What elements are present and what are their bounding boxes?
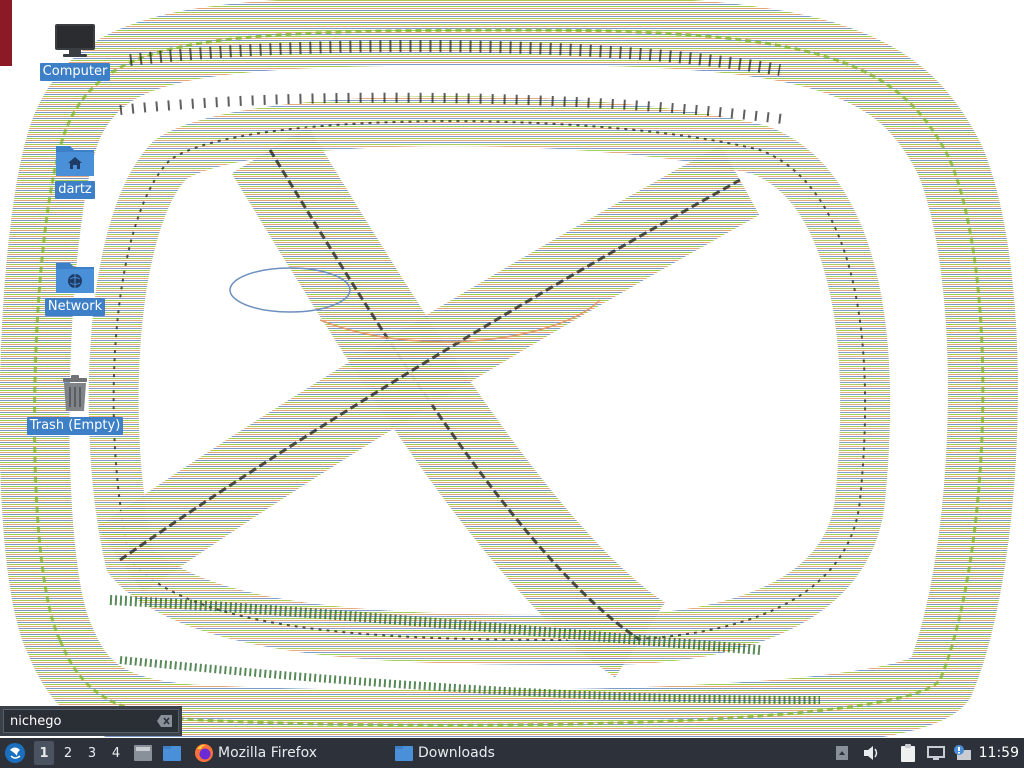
workspace-3[interactable]: 3 [82,741,102,765]
workspace-1[interactable]: 1 [34,741,54,765]
show-desktop-button[interactable] [133,738,155,768]
folder-icon [163,746,181,761]
workspace-2[interactable]: 2 [58,741,78,765]
home-folder-icon [56,146,94,176]
volume-icon [864,746,878,760]
trash-icon [63,375,87,411]
update-notifier-icon [954,745,971,760]
desktop-icon-home[interactable]: dartz [38,140,112,199]
run-command-input[interactable] [4,710,154,732]
task-firefox[interactable]: Mozilla Firefox [194,740,384,766]
lubuntu-menu-icon [5,743,25,763]
computer-icon [55,24,95,57]
task-label: Mozilla Firefox [218,745,318,761]
window-edge [0,0,12,66]
taskbar: 1 2 3 4 Mozilla Firefox Downloads 11:59 [0,738,1024,768]
clock[interactable]: 11:59 [979,738,1019,768]
workspace-4[interactable]: 4 [106,741,126,765]
show-desktop-icon [134,745,152,761]
start-menu-button[interactable] [4,738,28,768]
task-downloads[interactable]: Downloads [394,740,584,766]
wallpaper-image [0,0,1018,738]
desktop-icon-network[interactable]: Network [38,257,112,316]
desktop-icon-label: Trash (Empty) [26,417,124,435]
desktop-icon-label: Network [44,298,106,316]
network-icon [927,746,945,760]
tray-arrow-icon [836,746,848,760]
network-folder-icon [56,263,94,293]
volume-button[interactable] [862,738,882,768]
clipboard-icon [901,744,915,762]
firefox-icon [195,744,213,762]
update-notifier-button[interactable] [952,738,974,768]
desktop-icon-label: dartz [55,181,95,199]
desktop-icon-label: Computer [39,63,111,81]
run-dialog [0,706,182,736]
task-label: Downloads [418,745,495,761]
desktop-icon-computer[interactable]: Computer [38,22,112,81]
desktop[interactable]: Computer dartz Network Trash (Empty) [0,0,1024,738]
tray-arrow-button[interactable] [835,738,851,768]
file-manager-launcher[interactable] [162,738,184,768]
desktop-icon-trash[interactable]: Trash (Empty) [24,374,126,435]
run-input-wrapper [3,709,179,733]
clear-text-icon[interactable] [156,713,174,729]
folder-icon [395,746,413,761]
clipboard-button[interactable] [900,738,920,768]
network-button[interactable] [926,738,948,768]
